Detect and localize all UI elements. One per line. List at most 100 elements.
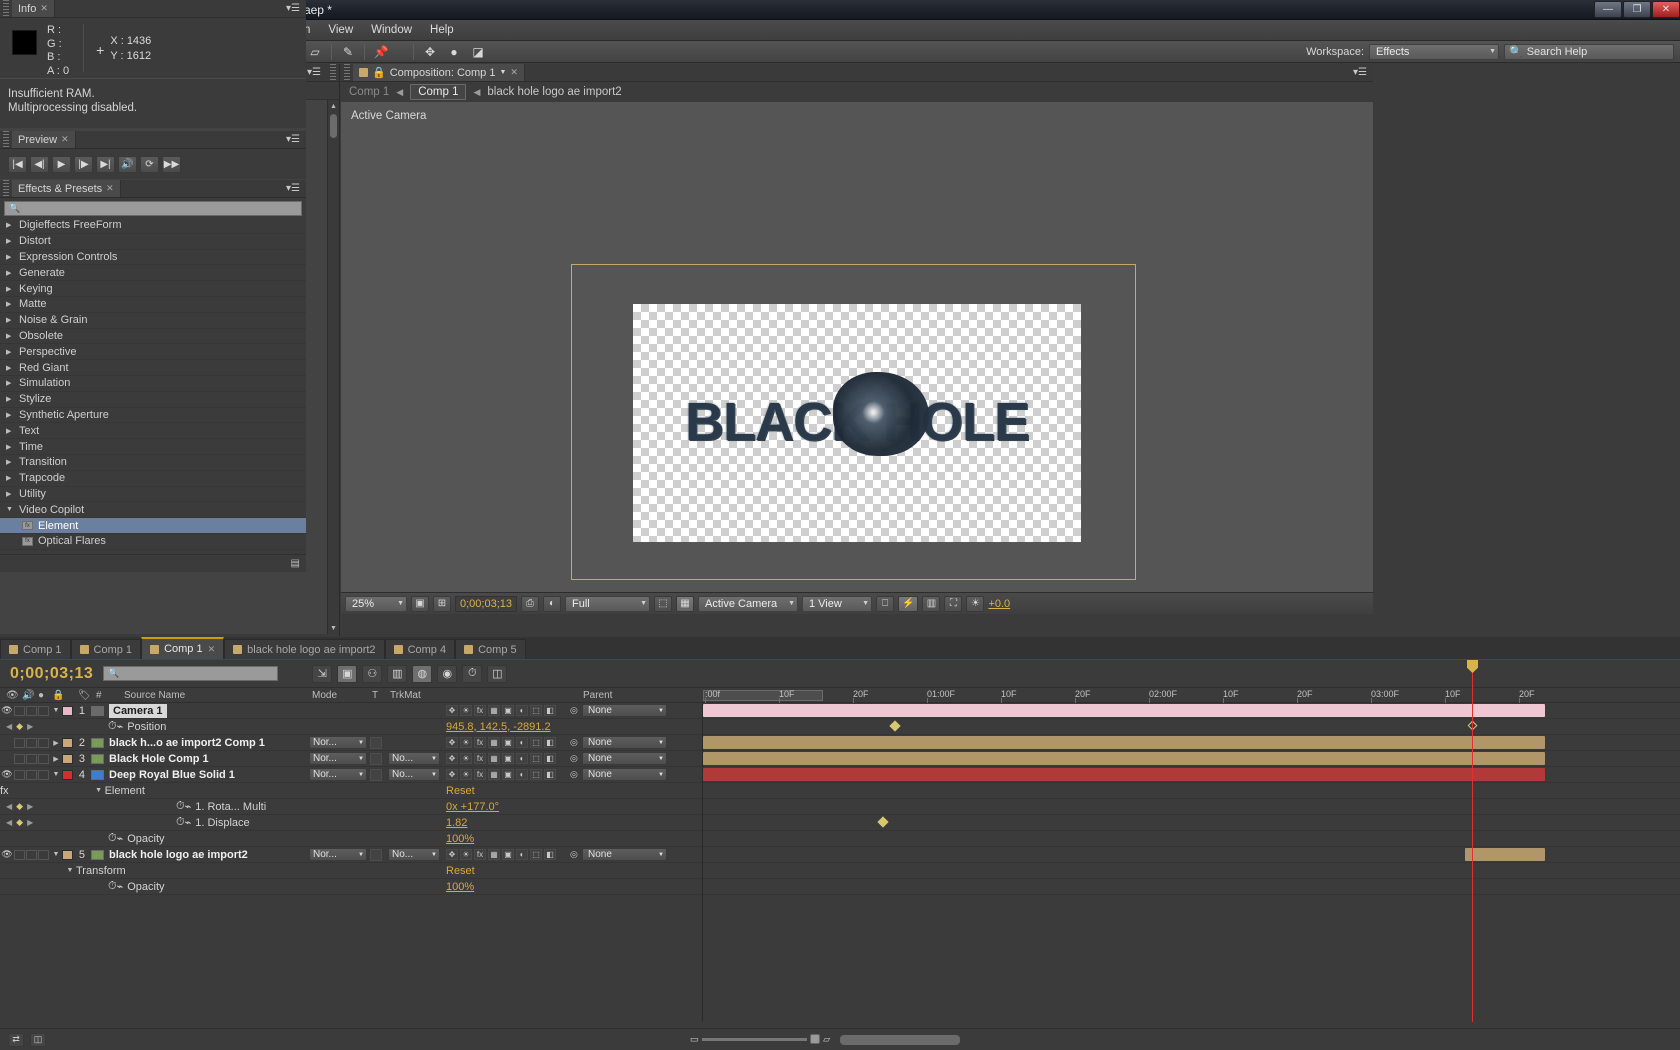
- timeline-current-time[interactable]: 0;00;03;13: [10, 665, 93, 683]
- panel-grip[interactable]: [3, 180, 9, 198]
- property-name[interactable]: Opacity: [123, 833, 164, 845]
- layer-switch-2[interactable]: fx: [474, 705, 486, 716]
- property-value[interactable]: 100%: [446, 833, 474, 845]
- timeline-track-row[interactable]: [703, 847, 1680, 863]
- property-name[interactable]: 1. Rota... Multi: [191, 801, 266, 813]
- tab-info[interactable]: Info ✕: [12, 0, 55, 17]
- breadcrumb-item-0[interactable]: Comp 1: [349, 86, 389, 98]
- panel-grip[interactable]: [3, 0, 9, 18]
- work-area-bar[interactable]: [703, 690, 823, 701]
- panel-menu-icon[interactable]: ▾☰: [280, 131, 306, 148]
- parent-pickwhip-icon[interactable]: ◎: [570, 705, 578, 716]
- track-matte-select[interactable]: No... ▼: [388, 752, 440, 765]
- first-frame-button[interactable]: |◀: [8, 155, 27, 173]
- disclosure-triangle-icon[interactable]: ▶: [6, 221, 14, 229]
- graph-icon[interactable]: ⌁: [117, 720, 124, 733]
- timeline-property-row[interactable]: ◀ ◆ ▶ ⏱ ⌁ 1. Displace 1.82: [0, 815, 702, 831]
- layer-mode-select[interactable]: Nor... ▼: [309, 736, 367, 749]
- disclosure-triangle-icon[interactable]: ▶: [6, 427, 14, 435]
- audio-button[interactable]: 🔊: [118, 155, 137, 173]
- draft-3d-icon[interactable]: ▣: [337, 664, 358, 683]
- current-time-indicator[interactable]: [1467, 660, 1478, 1022]
- play-button[interactable]: ▶: [52, 155, 71, 173]
- layer-color-swatch[interactable]: [62, 737, 73, 748]
- timeline-track-row[interactable]: [703, 767, 1680, 783]
- layer-switch-0[interactable]: ✥: [446, 753, 458, 764]
- next-keyframe-icon[interactable]: ▶: [27, 722, 33, 731]
- audio-toggle[interactable]: [14, 753, 25, 764]
- keyframe-toggle-icon[interactable]: ◆: [16, 801, 23, 812]
- timeline-horizontal-scrollbar[interactable]: [840, 1033, 1440, 1047]
- disclosure-triangle-icon[interactable]: ▶: [6, 316, 14, 324]
- timeline-jump-icon[interactable]: ▥: [922, 595, 941, 612]
- property-value[interactable]: 1.82: [446, 817, 467, 829]
- effect-category-perspective[interactable]: ▶ Perspective: [0, 344, 306, 361]
- close-icon[interactable]: ✕: [510, 67, 518, 78]
- disclosure-triangle-icon[interactable]: ▼: [64, 867, 76, 874]
- timeline-layer-row[interactable]: ▶ 2 black h...o ae import2 Comp 1 Nor... ▼ ✥ ☀…: [0, 735, 702, 751]
- minimize-button[interactable]: —: [1594, 0, 1622, 18]
- workspace-select[interactable]: Effects ▼: [1369, 43, 1499, 60]
- layer-color-swatch[interactable]: [62, 769, 73, 780]
- col-trkmat[interactable]: TrkMat: [390, 690, 421, 701]
- timeline-track-row[interactable]: [703, 783, 1680, 799]
- disclosure-triangle-icon[interactable]: ▼: [93, 787, 105, 794]
- effect-category-obsolete[interactable]: ▶ Obsolete: [0, 329, 306, 345]
- panel-grip[interactable]: [344, 64, 350, 82]
- timeline-layer-row[interactable]: ▶ 3 Black Hole Comp 1 Nor... ▼ No... ▼ ✥ ☀ fx ▦ ▣ ◐ ⬚…: [0, 751, 702, 767]
- zoom-knob[interactable]: [810, 1034, 821, 1044]
- move-anchor-icon[interactable]: ✥: [418, 42, 442, 62]
- graph-icon[interactable]: ⌁: [117, 880, 124, 893]
- transparency-grid-icon[interactable]: ▦: [676, 595, 694, 612]
- effect-category-text[interactable]: ▶ Text: [0, 423, 306, 440]
- zoom-in-icon[interactable]: ▱: [823, 1034, 830, 1045]
- parent-pickwhip-icon[interactable]: ◎: [570, 737, 578, 748]
- keyframe-toggle-icon[interactable]: ◆: [16, 817, 23, 828]
- menu-window[interactable]: Window: [362, 20, 421, 40]
- lock-toggle[interactable]: [38, 769, 49, 780]
- graph-icon[interactable]: ⌁: [117, 832, 124, 845]
- layer-switch-2[interactable]: fx: [474, 737, 486, 748]
- timeline-property-row[interactable]: ⏱ ⌁ Opacity 100%: [0, 831, 702, 847]
- timeline-tab-2[interactable]: Comp 1 ✕: [141, 637, 225, 659]
- layer-mode-select[interactable]: Nor... ▼: [309, 848, 367, 861]
- previous-keyframe-icon[interactable]: ◀: [6, 802, 12, 811]
- effect-category-transition[interactable]: ▶ Transition: [0, 455, 306, 471]
- effect-category-matte[interactable]: ▶ Matte: [0, 297, 306, 313]
- panel-grip[interactable]: [3, 131, 9, 149]
- preserve-transparency-toggle[interactable]: [370, 752, 382, 765]
- property-value[interactable]: 100%: [446, 881, 474, 893]
- effect-controls-scrollbar[interactable]: ▲ ▼: [327, 100, 339, 634]
- layer-switch-0[interactable]: ✥: [446, 705, 458, 716]
- disclosure-triangle-icon[interactable]: ▼: [6, 506, 14, 513]
- layer-mode-select[interactable]: Nor... ▼: [309, 752, 367, 765]
- close-icon[interactable]: ✕: [61, 134, 69, 145]
- timeline-tab-0[interactable]: Comp 1: [0, 639, 71, 659]
- disclosure-triangle-icon[interactable]: ▶: [6, 379, 14, 387]
- layer-switch-7[interactable]: ◧: [544, 753, 556, 764]
- disclosure-triangle-icon[interactable]: ▼: [50, 707, 62, 714]
- panel-menu-icon[interactable]: ▾☰: [1347, 64, 1373, 81]
- effect-category-stylize[interactable]: ▶ Stylize: [0, 392, 306, 408]
- next-keyframe-icon[interactable]: ▶: [27, 802, 33, 811]
- disclosure-triangle-icon[interactable]: ▼: [50, 851, 62, 858]
- timeline-track-row[interactable]: [703, 719, 1680, 735]
- visibility-eye-icon[interactable]: 👁: [0, 769, 14, 780]
- layer-source-name[interactable]: black h...o ae import2 Comp 1: [109, 737, 265, 749]
- col-label-icon[interactable]: 🏷: [78, 690, 91, 701]
- scroll-up-icon[interactable]: ▲: [328, 100, 339, 112]
- toggle-mask-icon[interactable]: ▣: [411, 595, 429, 612]
- timeline-property-group-row[interactable]: fx ▼ Element Reset: [0, 783, 702, 799]
- tab-preview[interactable]: Preview ✕: [12, 131, 76, 148]
- layer-switch-2[interactable]: fx: [474, 769, 486, 780]
- timeline-property-row[interactable]: ⏱ ⌁ Opacity 100%: [0, 879, 702, 895]
- stopwatch-icon[interactable]: ⏱: [176, 800, 185, 813]
- layer-switch-3[interactable]: ▦: [488, 849, 500, 860]
- stopwatch-icon[interactable]: ⏱: [176, 816, 185, 829]
- layer-switch-6[interactable]: ⬚: [530, 737, 542, 748]
- layer-switch-3[interactable]: ▦: [488, 769, 500, 780]
- hide-shy-layers-icon[interactable]: ⚇: [362, 664, 383, 683]
- layer-switch-4[interactable]: ▣: [502, 849, 514, 860]
- solo-toggle[interactable]: [26, 849, 37, 860]
- timeline-tab-5[interactable]: Comp 5: [455, 639, 526, 659]
